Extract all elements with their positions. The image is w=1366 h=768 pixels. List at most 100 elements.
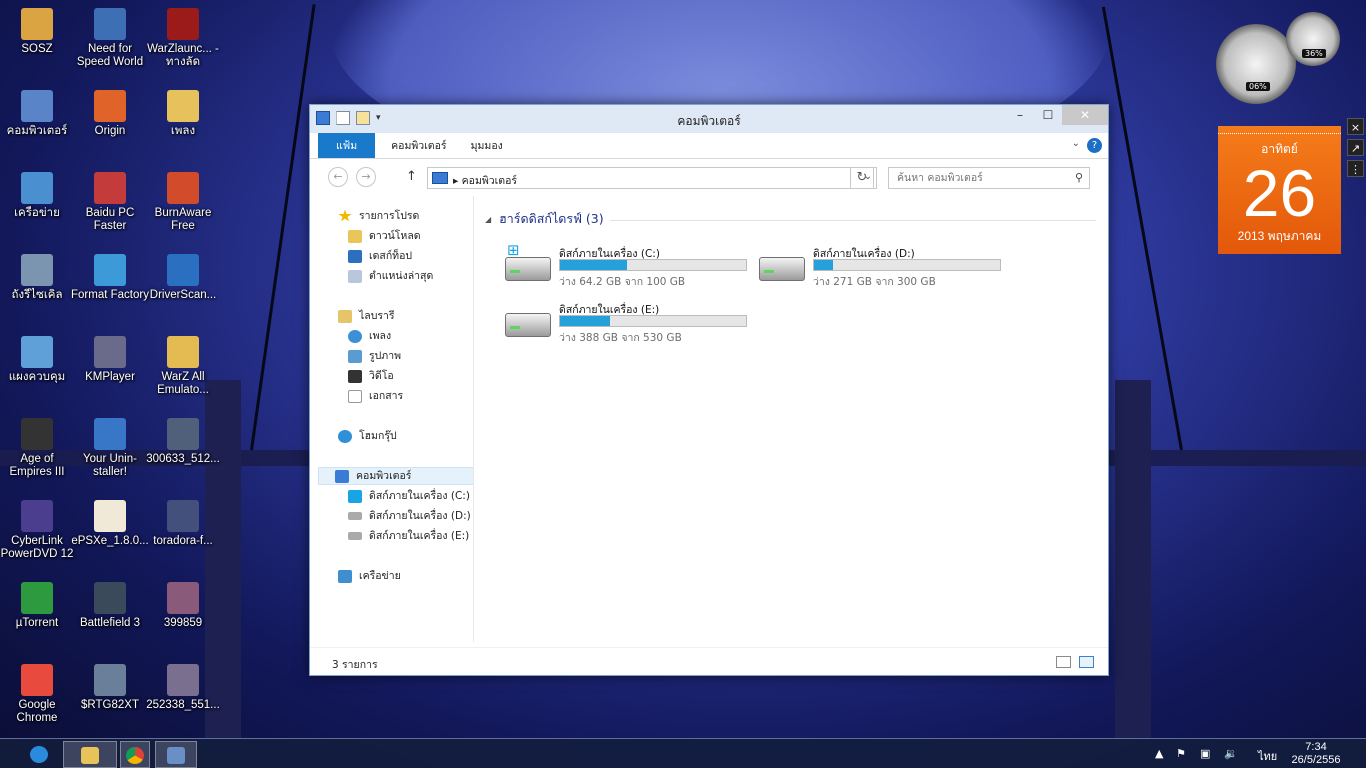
- file-explorer-icon: [81, 747, 99, 764]
- desktop-icon-item[interactable]: Origin: [71, 90, 149, 138]
- details-view-icon[interactable]: [1056, 656, 1071, 668]
- drive-tile[interactable]: ⊞ ดิสก์ภายในเครื่อง (C:) ว่าง 64.2 GB จาก …: [495, 241, 747, 288]
- desktop-icon-item[interactable]: Google Chrome: [0, 664, 76, 725]
- desktop-icon-item[interactable]: BurnAware Free: [144, 172, 222, 233]
- desktop-icon-item[interactable]: SOSZ: [0, 8, 76, 56]
- desktop-icon-item[interactable]: แผงควบคุม: [0, 336, 76, 384]
- nav-downloads[interactable]: ดาวน์โหลด: [348, 227, 421, 245]
- gadget-close-icon[interactable]: ×: [1347, 118, 1364, 135]
- close-button[interactable]: ✕: [1062, 105, 1108, 125]
- desktop-icon-item[interactable]: Age of Empires III: [0, 418, 76, 479]
- desktop-icon-item[interactable]: $RTG82XT: [71, 664, 149, 712]
- breadcrumb[interactable]: ▸ คอมพิวเตอร์: [453, 172, 517, 189]
- explorer-window[interactable]: ▾ คอมพิวเตอร์ – ☐ ✕ แฟ้ม คอมพิวเตอร์ มุม…: [309, 104, 1109, 676]
- taskbar-control-panel[interactable]: [155, 741, 197, 768]
- cpu-gauge-gadget[interactable]: 06%: [1216, 24, 1296, 104]
- nav-documents[interactable]: เอกสาร: [348, 387, 403, 405]
- nav-videos[interactable]: วิดีโอ: [348, 367, 394, 385]
- maximize-button[interactable]: ☐: [1034, 105, 1062, 125]
- drive-tile[interactable]: ดิสก์ภายในเครื่อง (D:) ว่าง 271 GB จาก 30…: [749, 241, 1001, 288]
- desktop-icon-label: ePSXe_1.8.0...: [71, 535, 149, 547]
- nav-recent-places-label: ตำแหน่งล่าสุด: [369, 270, 434, 282]
- desktop-icon-item[interactable]: 252338_551...: [144, 664, 222, 712]
- nav-desktop[interactable]: เดสก์ท็อป: [348, 247, 412, 265]
- desktop-icon-item[interactable]: เครือข่าย: [0, 172, 76, 220]
- desktop-icon-label: แผงควบคุม: [8, 371, 66, 383]
- desktop-icon-item[interactable]: Format Factory: [71, 254, 149, 302]
- forward-button[interactable]: →: [356, 167, 376, 187]
- gadget-drag-icon[interactable]: ⋮: [1347, 160, 1364, 177]
- desktop-icon-item[interactable]: เพลง: [144, 90, 222, 138]
- nav-homegroup-label: โฮมกรุ๊ป: [359, 430, 397, 442]
- back-button[interactable]: ←: [328, 167, 348, 187]
- desktop-icon-label: 300633_512...: [146, 453, 220, 465]
- shortcut-icon: [167, 8, 199, 40]
- search-input[interactable]: [889, 168, 1059, 188]
- nav-recent-places[interactable]: ตำแหน่งล่าสุด: [348, 267, 433, 285]
- desktop-icon-item[interactable]: ePSXe_1.8.0...: [71, 500, 149, 548]
- desktop-icon-label: WarZ All Emulato...: [157, 371, 209, 396]
- search-icon[interactable]: ⚲: [1075, 171, 1083, 184]
- desktop-icon-item[interactable]: WarZ All Emulato...: [144, 336, 222, 397]
- nav-favorites[interactable]: รายการโปรด: [338, 207, 419, 225]
- nav-libraries[interactable]: ไลบรารี: [338, 307, 395, 325]
- network-tray-icon[interactable]: ▣: [1200, 747, 1210, 760]
- volume-icon[interactable]: 🔉: [1224, 747, 1238, 760]
- desktop-icon-item[interactable]: KMPlayer: [71, 336, 149, 384]
- desktop-icon-item[interactable]: คอมพิวเตอร์: [0, 90, 76, 138]
- desktop-icon-item[interactable]: µTorrent: [0, 582, 76, 630]
- group-header-hard-drives[interactable]: ◢ ฮาร์ดดิสก์ไดรฟ์ (3): [485, 209, 604, 229]
- nav-pictures[interactable]: รูปภาพ: [348, 347, 401, 365]
- large-icons-view-icon[interactable]: [1079, 656, 1094, 668]
- calendar-gadget[interactable]: อาทิตย์ 26 2013 พฤษภาคม: [1218, 126, 1341, 254]
- nav-music[interactable]: เพลง: [348, 327, 391, 345]
- desktop-icon-item[interactable]: 300633_512...: [144, 418, 222, 466]
- nav-computer[interactable]: คอมพิวเตอร์: [318, 467, 473, 485]
- show-hidden-icons-icon[interactable]: ▲: [1155, 747, 1163, 760]
- refresh-button[interactable]: ↻: [850, 167, 874, 189]
- address-bar[interactable]: ▸ คอมพิวเตอร์ ⌄: [427, 167, 877, 189]
- clock[interactable]: 7:34 26/5/2556: [1284, 741, 1348, 767]
- gadget-size-icon[interactable]: ↗: [1347, 139, 1364, 156]
- tab-view[interactable]: มุมมอง: [459, 133, 515, 158]
- input-language[interactable]: ไทย: [1258, 747, 1277, 765]
- tab-file[interactable]: แฟ้ม: [318, 133, 376, 158]
- minimize-button[interactable]: –: [1006, 105, 1034, 125]
- desktop-icon-item[interactable]: Need for Speed World: [71, 8, 149, 69]
- memory-gauge-gadget[interactable]: 36%: [1286, 12, 1340, 66]
- desktop-icon-item[interactable]: DriverScan...: [144, 254, 222, 302]
- breadcrumb-computer[interactable]: คอมพิวเตอร์: [462, 175, 517, 187]
- navigation-pane[interactable]: รายการโปรด ดาวน์โหลด เดสก์ท็อป ตำแหน่งล่…: [310, 196, 474, 642]
- desktop-icon-item[interactable]: WarZlaunc... - ทางลัด: [144, 8, 222, 69]
- search-box[interactable]: ⚲: [888, 167, 1090, 189]
- help-icon[interactable]: ?: [1087, 138, 1102, 153]
- desktop-icon-item[interactable]: CyberLink PowerDVD 12: [0, 500, 76, 561]
- nav-homegroup[interactable]: โฮมกรุ๊ป: [338, 427, 397, 445]
- drive-tile[interactable]: ดิสก์ภายในเครื่อง (E:) ว่าง 388 GB จาก 53…: [495, 297, 747, 344]
- nav-drive-c[interactable]: ดิสก์ภายในเครื่อง (C:): [348, 487, 470, 505]
- action-center-flag-icon[interactable]: ⚑: [1176, 747, 1186, 760]
- desktop-icon-item[interactable]: 399859: [144, 582, 222, 630]
- up-button[interactable]: ↑: [406, 169, 417, 184]
- taskbar-file-explorer[interactable]: [63, 741, 117, 768]
- status-bar: 3 รายการ: [310, 647, 1108, 675]
- ribbon-expand-icon[interactable]: ⌄: [1072, 138, 1080, 149]
- taskbar: ▲ ⚑ ▣ 🔉 ไทย 7:34 26/5/2556: [0, 738, 1366, 768]
- desktop-icon-item[interactable]: toradora-f...: [144, 500, 222, 548]
- nav-drive-e[interactable]: ดิสก์ภายในเครื่อง (E:): [348, 527, 469, 545]
- content-pane[interactable]: ◢ ฮาร์ดดิสก์ไดรฟ์ (3) ⊞ ดิสก์ภายในเครื่อง …: [485, 201, 1097, 641]
- desktop-icon-item[interactable]: Baidu PC Faster: [71, 172, 149, 233]
- nav-network[interactable]: เครือข่าย: [338, 567, 401, 585]
- desktop-icon-item[interactable]: ถังรีไซเคิล: [0, 254, 76, 302]
- desktop-icon-item[interactable]: Battlefield 3: [71, 582, 149, 630]
- desktop-icon-label: µTorrent: [15, 617, 59, 629]
- taskbar-chrome[interactable]: [120, 741, 150, 768]
- collapse-triangle-icon[interactable]: ◢: [485, 215, 491, 224]
- pictures-icon: [348, 349, 362, 363]
- taskbar-internet-explorer[interactable]: [12, 741, 66, 768]
- tab-computer[interactable]: คอมพิวเตอร์: [379, 133, 458, 158]
- group-divider: [610, 220, 1096, 221]
- nav-drive-d[interactable]: ดิสก์ภายในเครื่อง (D:): [348, 507, 471, 525]
- desktop-icon-item[interactable]: Your Unin-staller!: [71, 418, 149, 479]
- title-bar[interactable]: ▾ คอมพิวเตอร์ – ☐ ✕: [310, 105, 1108, 133]
